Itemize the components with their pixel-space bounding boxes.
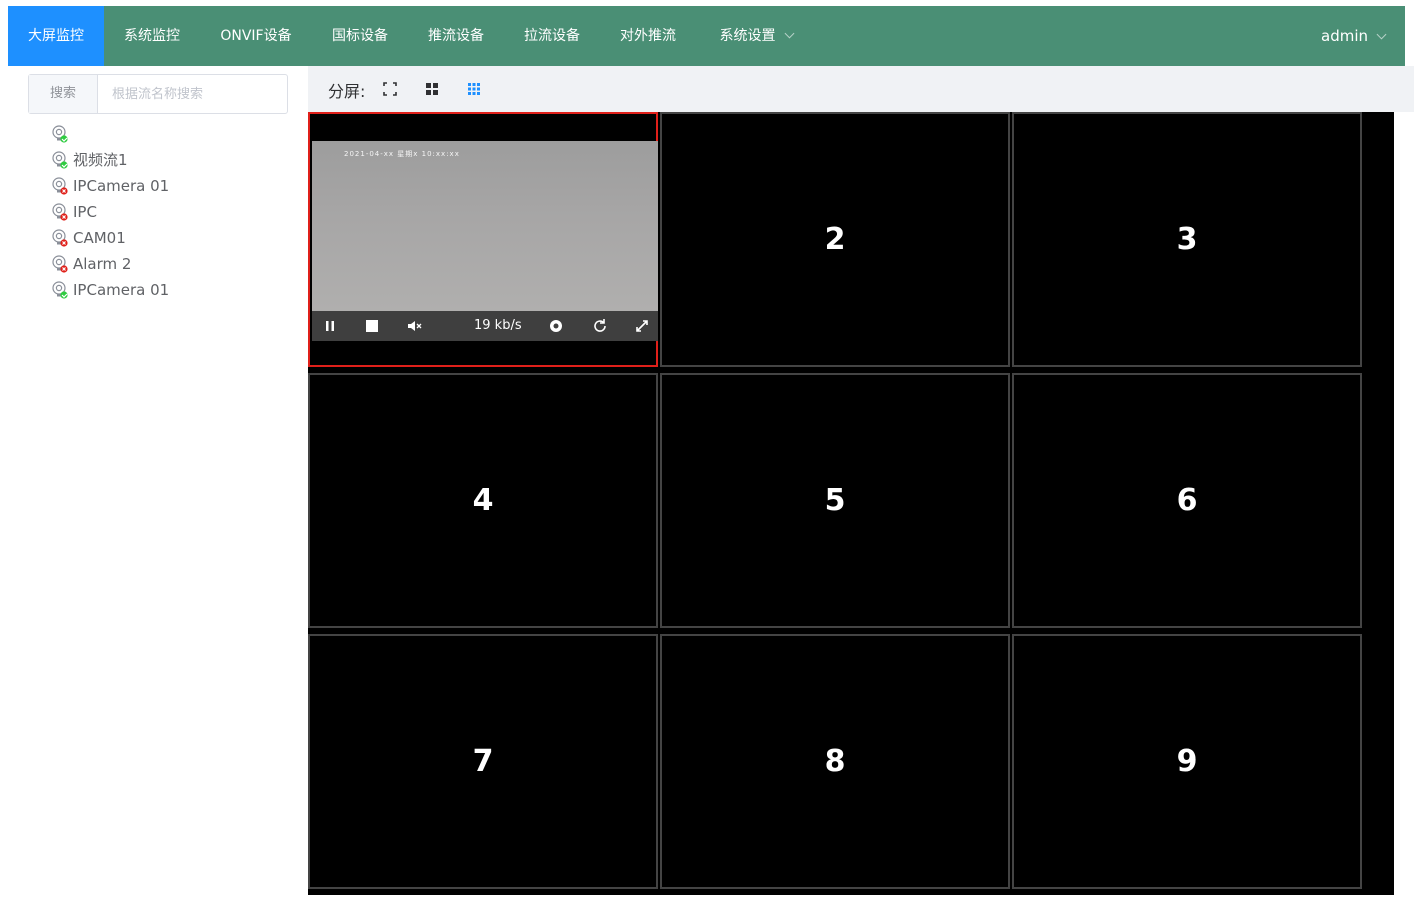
video-cell-3[interactable]: 3: [1012, 112, 1362, 367]
tree-item[interactable]: IPCamera 01: [52, 277, 169, 303]
player-controls: 19 kb/s: [312, 311, 658, 341]
fullscreen-layout-icon[interactable]: [382, 81, 398, 97]
cell-number: 4: [472, 483, 494, 518]
search-box: 搜索: [28, 74, 294, 114]
tree-item[interactable]: IPCamera 01: [52, 173, 169, 199]
camera-icon: [52, 203, 68, 221]
tree-item-label: 视频流1: [73, 151, 128, 169]
top-nav: 大屏监控 系统监控 ONVIF设备 国标设备 推流设备 拉流设备 对外推流 系统…: [8, 6, 1405, 66]
bitrate-readout: 19 kb/s: [474, 318, 522, 333]
tree-item-label: Alarm 2: [73, 255, 132, 273]
stop-icon[interactable]: [364, 318, 380, 334]
video-cell-6[interactable]: 6: [1012, 373, 1362, 628]
expand-icon[interactable]: [634, 318, 650, 334]
nav-dashboard[interactable]: 大屏监控: [8, 6, 104, 66]
nav-external-push[interactable]: 对外推流: [600, 6, 696, 66]
tree-item[interactable]: Alarm 2: [52, 251, 169, 277]
nav-system-settings[interactable]: 系统设置: [696, 6, 816, 66]
nav-onvif-devices[interactable]: ONVIF设备: [200, 6, 312, 66]
tree-item[interactable]: 视频流1: [52, 147, 169, 173]
username: admin: [1321, 27, 1368, 45]
camera-icon: [52, 229, 68, 247]
tree-item[interactable]: IPC: [52, 199, 169, 225]
tree-item-label: IPCamera 01: [73, 281, 170, 299]
camera-icon: [52, 177, 68, 195]
video-cell-2[interactable]: 2: [660, 112, 1010, 367]
split-toolbar: 分屏:: [308, 66, 1414, 112]
chevron-down-icon: [784, 28, 794, 39]
cell-number: 9: [1176, 744, 1198, 779]
sidebar: 搜索 视频流1 IPCamera 01 IPC CAM01 Alarm 2 IPCamer…: [8, 66, 308, 901]
tree-item-label: IPCamera 01: [73, 177, 170, 195]
four-split-icon[interactable]: [424, 81, 440, 97]
video-cell-1[interactable]: 2021-04-xx 星期x 10:xx:xx 19 kb/s: [308, 112, 658, 367]
video-frame[interactable]: 2021-04-xx 星期x 10:xx:xx: [312, 141, 658, 311]
camera-icon: [52, 255, 68, 273]
camera-icon: [52, 125, 68, 143]
nine-split-icon[interactable]: [466, 81, 482, 97]
camera-icon: [52, 151, 68, 169]
cell-number: 6: [1176, 483, 1198, 518]
video-osd-text: 2021-04-xx 星期x 10:xx:xx: [344, 150, 460, 158]
nav-gb-devices[interactable]: 国标设备: [312, 6, 408, 66]
user-menu[interactable]: admin: [1321, 6, 1387, 66]
pause-icon[interactable]: [322, 318, 338, 334]
video-cell-7[interactable]: 7: [308, 634, 658, 889]
video-cell-8[interactable]: 8: [660, 634, 1010, 889]
refresh-icon[interactable]: [592, 318, 608, 334]
video-grid: 2021-04-xx 星期x 10:xx:xx 19 kb/s 2 3 4 5 …: [308, 112, 1394, 895]
nav-pull-devices[interactable]: 拉流设备: [504, 6, 600, 66]
nav-system-settings-label: 系统设置: [719, 28, 776, 44]
tree-item[interactable]: CAM01: [52, 225, 169, 251]
tree-item-label: IPC: [73, 203, 97, 221]
video-cell-5[interactable]: 5: [660, 373, 1010, 628]
cell-number: 3: [1176, 222, 1198, 257]
nav-system-monitor[interactable]: 系统监控: [104, 6, 200, 66]
search-input[interactable]: [98, 75, 294, 113]
tree-item-label: CAM01: [73, 229, 126, 247]
search-label: 搜索: [29, 75, 98, 113]
cell-number: 5: [824, 483, 846, 518]
cell-number: 2: [824, 222, 846, 257]
cell-number: 7: [472, 744, 494, 779]
video-cell-9[interactable]: 9: [1012, 634, 1362, 889]
mute-icon[interactable]: [406, 318, 422, 334]
split-label: 分屏:: [328, 82, 366, 101]
snapshot-icon[interactable]: [548, 318, 564, 334]
nav-push-devices[interactable]: 推流设备: [408, 6, 504, 66]
camera-icon: [52, 281, 68, 299]
stream-tree: 视频流1 IPCamera 01 IPC CAM01 Alarm 2 IPCamera 0…: [52, 121, 169, 303]
tree-item[interactable]: [52, 121, 169, 147]
cell-number: 8: [824, 744, 846, 779]
chevron-down-icon: [1376, 29, 1387, 40]
video-cell-4[interactable]: 4: [308, 373, 658, 628]
